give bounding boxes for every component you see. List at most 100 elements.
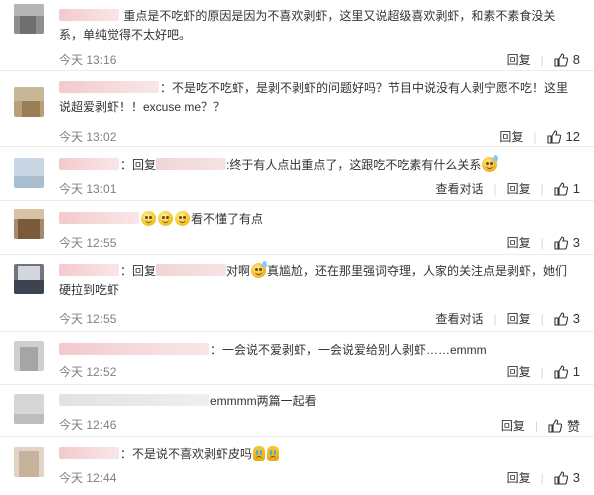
comment-text: 重点是不吃虾的原因是因为不喜欢剥虾，这里又说超级喜欢剥虾，和素不素食没关系，单纯… <box>59 9 556 42</box>
comment-time: 今天 12:46 <box>59 418 117 432</box>
comment-text: emmmm两篇一起看 <box>210 394 317 408</box>
avatar[interactable] <box>14 341 44 371</box>
username-blurred[interactable] <box>59 158 119 170</box>
like-button[interactable]: 8 <box>554 52 580 67</box>
like-count: 1 <box>572 364 580 379</box>
comment-actions: 回复 | 8 <box>507 51 580 68</box>
comment-actions: 回复 | 12 <box>499 128 580 145</box>
action-divider: | <box>540 470 544 485</box>
avatar[interactable] <box>14 264 44 294</box>
comment-time: 今天 12:55 <box>59 312 117 326</box>
comment-time: 今天 13:01 <box>59 182 117 196</box>
comment-text: ：一会说不爱剥虾，一会说爱给别人剥虾……emmm <box>210 343 487 357</box>
avatar[interactable] <box>14 209 44 239</box>
comment-body: ：回复 对啊 真尴尬，还在那里强词夺理，人家的关注点是剥虾，她们硬拉到吃虾 <box>59 261 576 300</box>
action-divider: | <box>540 52 544 67</box>
username-blurred[interactable] <box>59 343 209 355</box>
comment-time: 今天 12:55 <box>59 236 117 250</box>
comment-text: ：不是说不喜欢剥虾皮吗 <box>120 447 253 461</box>
username-blurred[interactable] <box>59 9 119 21</box>
reply-prefix: ：回复 <box>120 158 157 172</box>
reply-button[interactable]: 回复 <box>507 51 531 68</box>
comment-text: 对啊 <box>226 264 251 278</box>
thumbs-up-icon <box>554 311 568 326</box>
comment-time: 今天 13:02 <box>59 130 117 144</box>
reply-button[interactable]: 回复 <box>507 180 531 197</box>
comment-item: ：一会说不爱剥虾，一会说爱给别人剥虾……emmm 今天 12:52 回复 | 1 <box>0 332 594 385</box>
sweat-emoji-icon <box>482 155 499 172</box>
action-divider: | <box>493 311 497 326</box>
username-blurred[interactable] <box>59 212 139 224</box>
like-count: 3 <box>572 470 580 485</box>
reply-button[interactable]: 回复 <box>507 310 531 327</box>
like-button[interactable]: 赞 <box>548 416 580 435</box>
comment-text: 看不懂了有点 <box>191 212 264 226</box>
like-button[interactable]: 3 <box>554 470 580 485</box>
mention-blurred[interactable] <box>156 264 227 276</box>
action-divider: | <box>533 129 537 144</box>
comment-body: ：一会说不爱剥虾，一会说爱给别人剥虾……emmm <box>59 341 576 360</box>
comment-actions: 查看对话 | 回复 | 3 <box>435 310 580 327</box>
action-divider: | <box>540 364 544 379</box>
reply-prefix: ：回复 <box>120 264 157 278</box>
smile-emoji-icon <box>175 211 190 226</box>
like-count: 1 <box>572 181 580 196</box>
avatar[interactable] <box>14 87 44 117</box>
smile-emoji-icon <box>141 211 156 226</box>
like-count: 12 <box>565 129 580 144</box>
like-count: 3 <box>572 311 580 326</box>
reply-button[interactable]: 回复 <box>507 469 531 486</box>
comment-body: ：不是说不喜欢剥虾皮吗 <box>59 445 576 464</box>
comment-item: emmmm两篇一起看 今天 12:46 回复 | 赞 <box>0 385 594 437</box>
avatar[interactable] <box>14 394 44 424</box>
like-button[interactable]: 12 <box>546 129 580 144</box>
comment-body: ：不是吃不吃虾，是剥不剥虾的问题好吗？节目中说没有人剥宁愿不吃！这里说超爱剥虾！… <box>59 79 576 117</box>
comment-body: 重点是不吃虾的原因是因为不喜欢剥虾，这里又说超级喜欢剥虾，和素不素食没关系，单纯… <box>59 7 576 45</box>
view-thread-button[interactable]: 查看对话 <box>435 310 483 327</box>
avatar[interactable] <box>14 4 44 34</box>
comment-time: 今天 12:52 <box>59 365 117 379</box>
cry-emoji-icon <box>267 446 280 461</box>
comment-actions: 回复 | 1 <box>507 363 580 380</box>
comment-body: 看不懂了有点 <box>59 210 576 229</box>
comment-actions: 回复 | 3 <box>507 234 580 251</box>
like-count: 8 <box>572 52 580 67</box>
reply-button[interactable]: 回复 <box>501 417 525 434</box>
action-divider: | <box>493 181 497 196</box>
comment-item: ：回复 对啊 真尴尬，还在那里强词夺理，人家的关注点是剥虾，她们硬拉到吃虾 今天 1… <box>0 255 594 332</box>
comment-item: ：不是说不喜欢剥虾皮吗 今天 12:44 回复 | 3 <box>0 437 594 495</box>
like-button[interactable]: 3 <box>554 235 580 250</box>
comment-item: ：回复 :终于有人点出重点了，这跟吃不吃素有什么关系 今天 13:01 查看对话 … <box>0 147 594 201</box>
thumbs-up-icon <box>546 129 561 144</box>
comment-item: ：不是吃不吃虾，是剥不剥虾的问题好吗？节目中说没有人剥宁愿不吃！这里说超爱剥虾！… <box>0 71 594 147</box>
sweat-emoji-icon <box>251 261 268 278</box>
like-button[interactable]: 1 <box>554 181 580 196</box>
avatar[interactable] <box>14 158 44 188</box>
comment-actions: 回复 | 3 <box>507 469 580 486</box>
action-divider: | <box>540 311 544 326</box>
thumbs-up-icon <box>554 52 568 67</box>
comment-actions: 回复 | 赞 <box>501 416 580 435</box>
username-blurred[interactable] <box>59 264 119 276</box>
reply-button[interactable]: 回复 <box>507 363 531 380</box>
username-blurred[interactable] <box>59 394 209 406</box>
reply-button[interactable]: 回复 <box>507 234 531 251</box>
action-divider: | <box>540 181 544 196</box>
comment-list: 重点是不吃虾的原因是因为不喜欢剥虾，这里又说超级喜欢剥虾，和素不素食没关系，单纯… <box>0 0 594 495</box>
like-button[interactable]: 3 <box>554 311 580 326</box>
reply-button[interactable]: 回复 <box>499 128 523 145</box>
avatar[interactable] <box>14 447 44 477</box>
thumbs-up-icon <box>548 418 562 433</box>
username-blurred[interactable] <box>59 81 159 93</box>
comment-text: :终于有人点出重点了，这跟吃不吃素有什么关系 <box>226 158 482 172</box>
username-blurred[interactable] <box>59 447 119 459</box>
comment-body: emmmm两篇一起看 <box>59 392 576 411</box>
smile-emoji-icon <box>158 211 173 226</box>
comment-actions: 查看对话 | 回复 | 1 <box>435 180 580 197</box>
comment-time: 今天 13:16 <box>59 53 117 67</box>
like-label: 赞 <box>566 419 580 434</box>
mention-blurred[interactable] <box>156 158 227 170</box>
view-thread-button[interactable]: 查看对话 <box>435 180 483 197</box>
like-count: 3 <box>572 235 580 250</box>
like-button[interactable]: 1 <box>554 364 580 379</box>
